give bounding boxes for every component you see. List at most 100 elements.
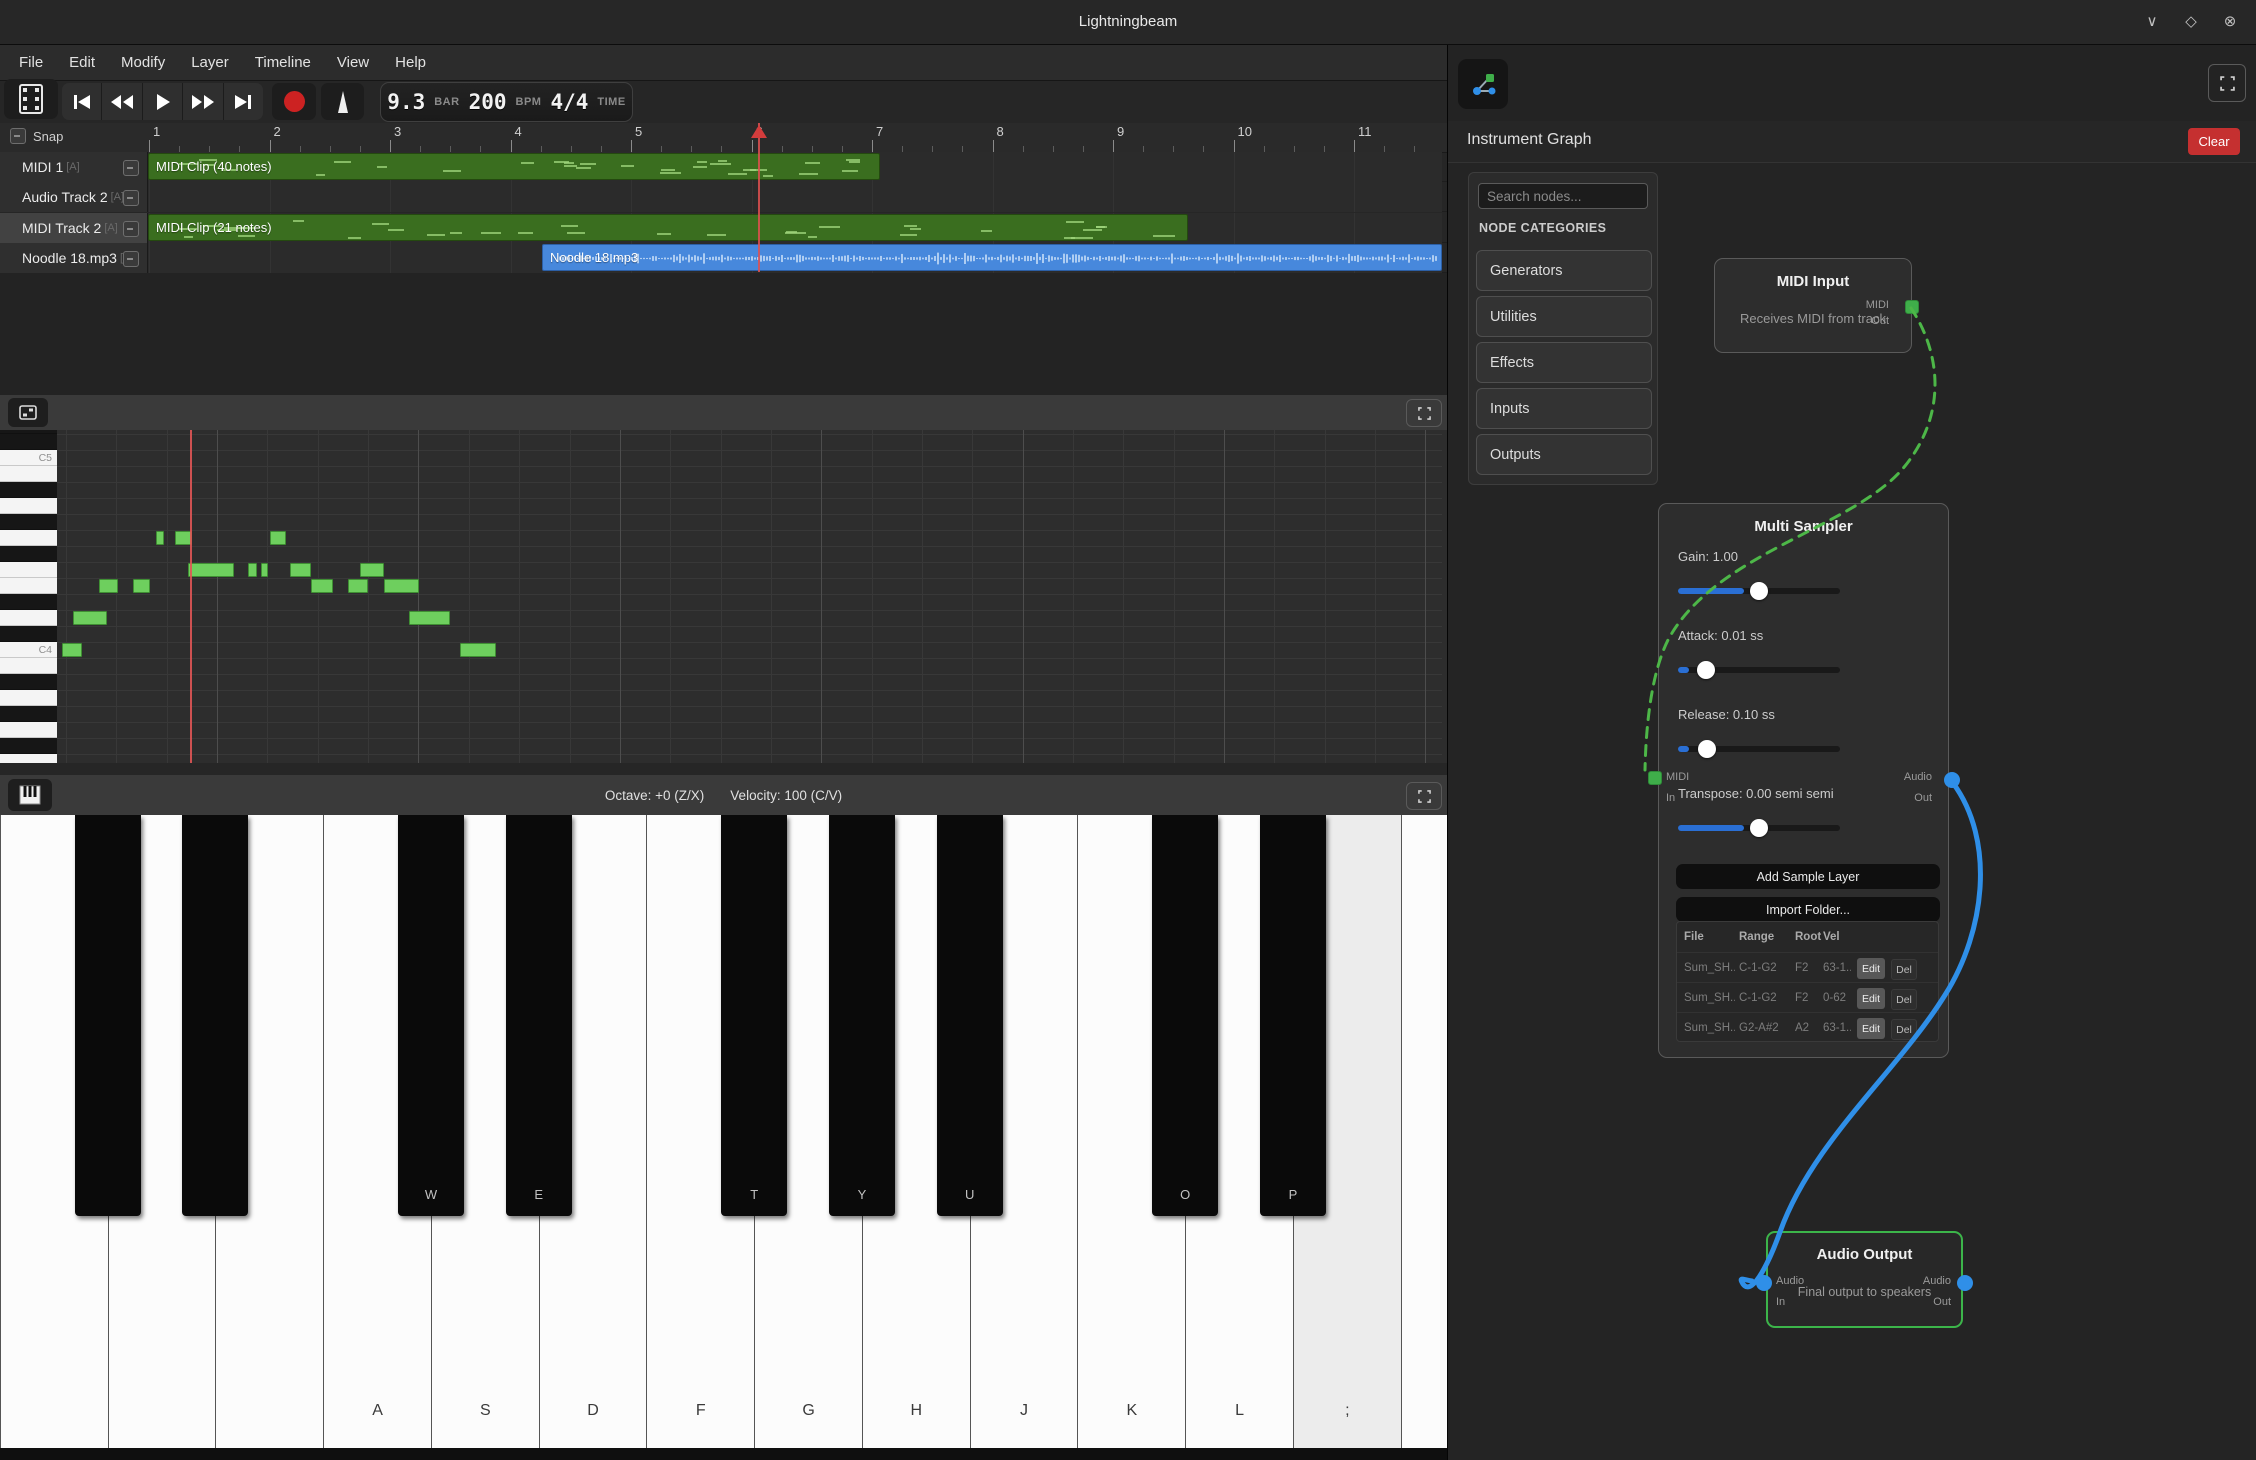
piano-roll-key-column[interactable]: C5 C4 (0, 430, 57, 763)
del-button[interactable]: Del (1891, 959, 1917, 980)
white-key[interactable] (1401, 815, 1447, 1448)
black-key-P[interactable]: P (1260, 815, 1326, 1216)
del-button[interactable]: Del (1891, 989, 1917, 1010)
key-C4[interactable]: C4 (0, 642, 57, 658)
audio-out-port[interactable] (1957, 1275, 1973, 1291)
slider-thumb[interactable] (1697, 661, 1715, 679)
key-B3[interactable] (0, 658, 57, 674)
track-checkbox[interactable] (123, 251, 139, 267)
category-inputs[interactable]: Inputs (1476, 388, 1652, 429)
menu-timeline[interactable]: Timeline (242, 45, 324, 81)
track-name-cell[interactable]: MIDI 1[A] (0, 152, 148, 182)
track-name-cell[interactable]: Audio Track 2[A] (0, 182, 148, 212)
menu-edit[interactable]: Edit (56, 45, 108, 81)
key-G3[interactable] (0, 722, 57, 738)
midi-input-node[interactable]: MIDI Input Receives MIDI from track MIDI… (1714, 258, 1912, 353)
del-button[interactable]: Del (1891, 1019, 1917, 1040)
fast-forward-button[interactable] (183, 83, 223, 120)
note-F4[interactable] (261, 563, 268, 577)
track-row[interactable]: Audio Track 2[A] (0, 182, 1447, 212)
edit-button[interactable]: Edit (1857, 988, 1885, 1009)
midi-clip[interactable]: MIDI Clip (40 notes) (148, 153, 880, 180)
track-name-cell[interactable]: MIDI Track 2[A] (0, 213, 148, 243)
add-sample-layer-button[interactable]: Add Sample Layer (1676, 864, 1940, 889)
note-D4[interactable] (73, 611, 107, 625)
note-F4[interactable] (360, 563, 384, 577)
piano-roll[interactable]: C5 C4 (0, 430, 1447, 763)
key-E4[interactable] (0, 578, 57, 594)
slider-thumb[interactable] (1698, 740, 1716, 758)
black-key-E[interactable]: E (506, 815, 572, 1216)
key-A#3[interactable] (0, 674, 57, 690)
black-key-Y[interactable]: Y (829, 815, 895, 1216)
note-E4[interactable] (99, 579, 118, 593)
record-button[interactable] (272, 83, 316, 120)
snap-toggle[interactable]: Snap (10, 128, 63, 144)
menu-file[interactable]: File (6, 45, 56, 81)
metronome-button[interactable] (321, 83, 364, 120)
key-G#4[interactable] (0, 514, 57, 530)
param-slider[interactable] (1678, 667, 1840, 673)
note-C4[interactable] (62, 643, 82, 657)
black-key-W[interactable]: W (398, 815, 464, 1216)
track-lane[interactable]: MIDI Clip (21 notes) (148, 213, 1442, 243)
black-key[interactable] (182, 815, 248, 1216)
search-input[interactable] (1478, 183, 1648, 209)
edit-button[interactable]: Edit (1857, 1018, 1885, 1039)
note-F4[interactable] (248, 563, 257, 577)
track-checkbox[interactable] (123, 190, 139, 206)
category-utilities[interactable]: Utilities (1476, 296, 1652, 337)
minimize-icon[interactable]: ∨ (2138, 8, 2166, 36)
note-E4[interactable] (133, 579, 150, 593)
menu-view[interactable]: View (324, 45, 382, 81)
playhead-marker-icon[interactable] (751, 125, 767, 138)
key-A4[interactable] (0, 498, 57, 514)
key-F#4[interactable] (0, 546, 57, 562)
param-slider[interactable] (1678, 746, 1840, 752)
slider-thumb[interactable] (1750, 819, 1768, 837)
note-F4[interactable] (188, 563, 234, 577)
key-A3[interactable] (0, 690, 57, 706)
clear-button[interactable]: Clear (2188, 128, 2240, 155)
maximize-icon[interactable]: ◇ (2177, 8, 2205, 36)
key-top[interactable] (0, 430, 57, 434)
slider-thumb[interactable] (1750, 582, 1768, 600)
key-A#4[interactable] (0, 482, 57, 498)
track-checkbox[interactable] (123, 221, 139, 237)
audio-clip[interactable]: Noodle 18.mp3 (542, 244, 1442, 271)
key-F3[interactable] (0, 754, 57, 763)
key-G#3[interactable] (0, 706, 57, 722)
key-C5[interactable]: C5 (0, 450, 57, 466)
note-F4[interactable] (290, 563, 311, 577)
param-slider[interactable] (1678, 588, 1840, 594)
note-G4[interactable] (156, 531, 164, 545)
track-row[interactable]: MIDI Clip (21 notes)MIDI Track 2[A] (0, 213, 1447, 243)
key-G4[interactable] (0, 530, 57, 546)
close-icon[interactable]: ⊗ (2216, 8, 2244, 36)
note-E4[interactable] (384, 579, 419, 593)
category-outputs[interactable]: Outputs (1476, 434, 1652, 475)
black-key[interactable] (75, 815, 141, 1216)
track-row[interactable]: Noodle 18.mp3 Noodle 18.mp3[A] (0, 243, 1447, 273)
audio-in-port[interactable] (1756, 1275, 1772, 1291)
timeline-playhead[interactable] (758, 123, 760, 272)
track-name-cell[interactable]: Noodle 18.mp3[A] (0, 243, 148, 273)
audio-out-port[interactable] (1944, 772, 1960, 788)
midi-in-port[interactable] (1648, 771, 1662, 785)
key-B4[interactable] (0, 466, 57, 482)
import-folder-button[interactable]: Import Folder... (1676, 897, 1940, 922)
timeline-ruler[interactable]: Snap 1234567891011 (0, 123, 1447, 153)
black-key-U[interactable]: U (937, 815, 1003, 1216)
note-D4[interactable] (409, 611, 450, 625)
edit-button[interactable]: Edit (1857, 958, 1885, 979)
key-C#5[interactable] (0, 434, 57, 450)
black-key-O[interactable]: O (1152, 815, 1218, 1216)
track-checkbox[interactable] (123, 160, 139, 176)
menu-layer[interactable]: Layer (178, 45, 242, 81)
rewind-button[interactable] (102, 83, 142, 120)
track-lane[interactable]: MIDI Clip (40 notes) (148, 152, 1442, 182)
keyboard-expand-button[interactable] (1406, 782, 1442, 810)
category-generators[interactable]: Generators (1476, 250, 1652, 291)
track-lane[interactable]: Noodle 18.mp3 (148, 243, 1442, 273)
key-D4[interactable] (0, 610, 57, 626)
